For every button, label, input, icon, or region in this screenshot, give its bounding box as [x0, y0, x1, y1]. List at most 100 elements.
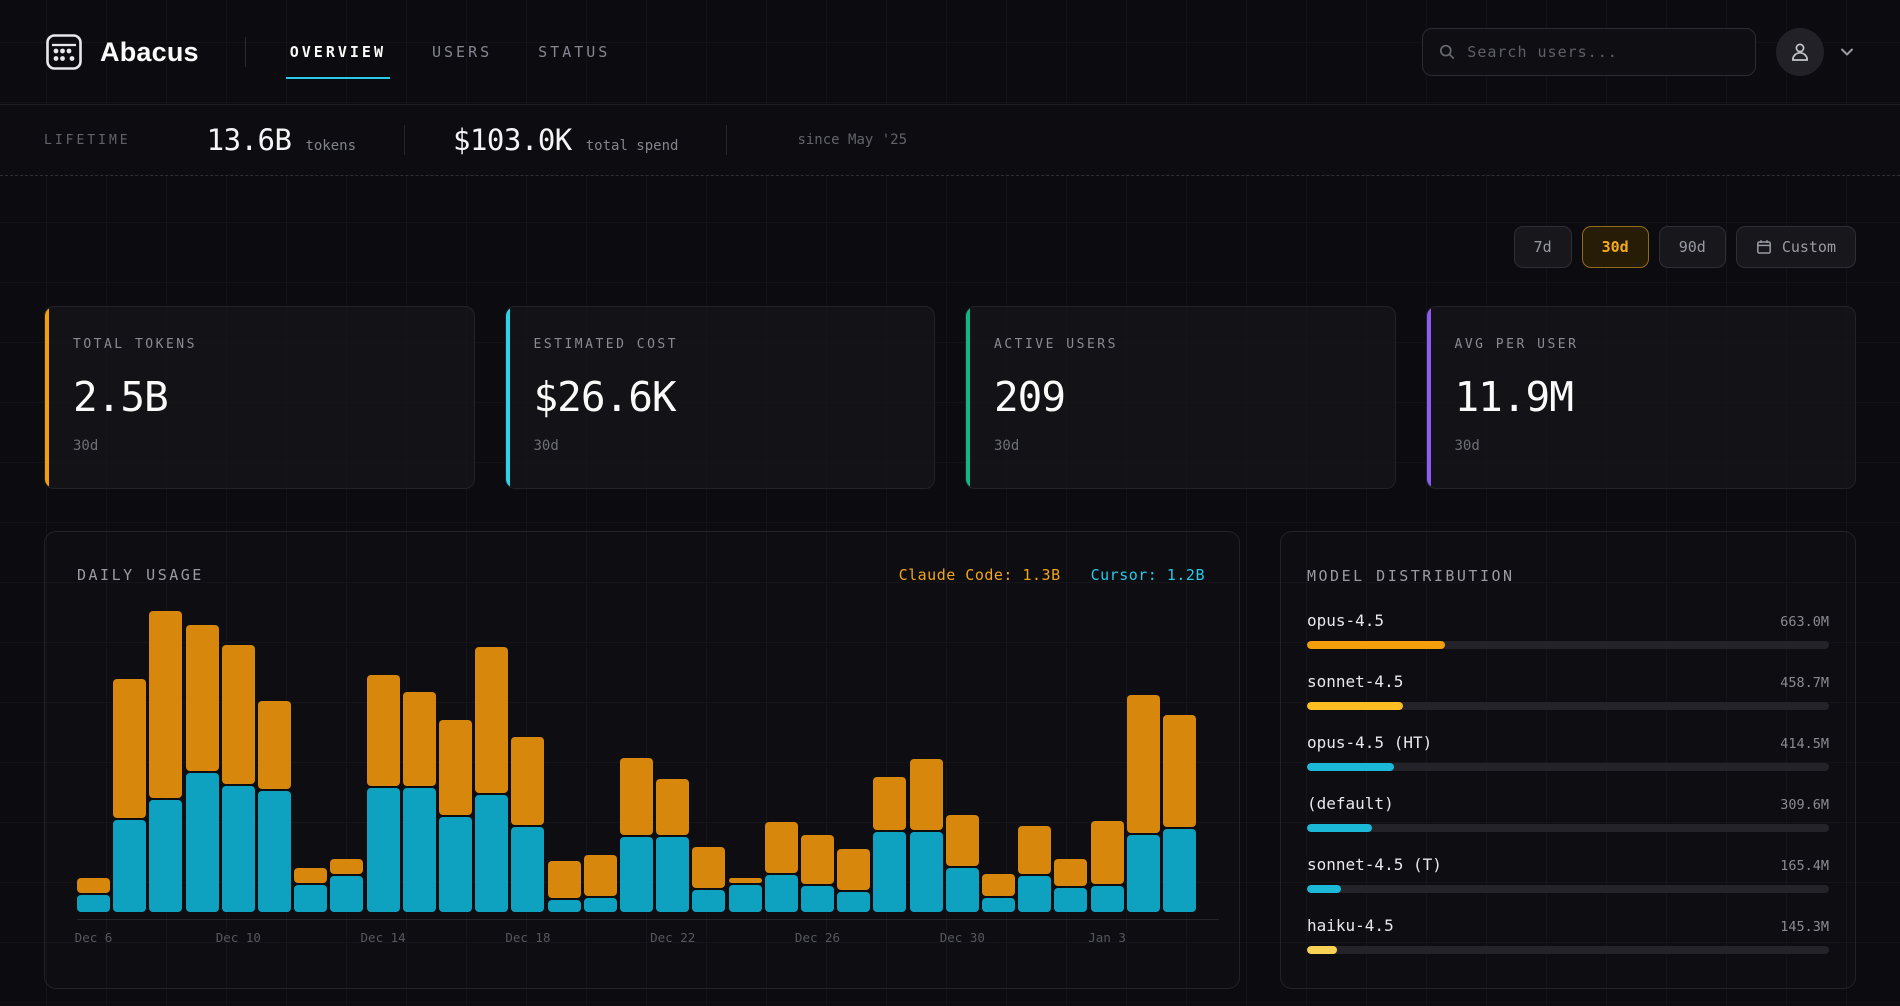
- model-distribution-title: MODEL DISTRIBUTION: [1307, 567, 1515, 585]
- usage-bar-dec-16[interactable]: [439, 720, 472, 912]
- model-value: 309.6M: [1780, 797, 1829, 813]
- user-avatar[interactable]: [1776, 28, 1824, 76]
- usage-bar-jan-4[interactable]: [1127, 695, 1160, 912]
- app-logo: Abacus: [44, 32, 199, 72]
- range-button-7d[interactable]: 7d: [1514, 226, 1572, 268]
- header: Abacus OVERVIEW USERS STATUS: [0, 0, 1900, 104]
- cursor-segment: [982, 898, 1015, 912]
- usage-bar-jan-3[interactable]: [1091, 821, 1124, 912]
- model-value: 145.3M: [1780, 919, 1829, 935]
- range-controls: 7d 30d 90d Custom: [44, 226, 1856, 268]
- model-rows: opus-4.5663.0Msonnet-4.5458.7Mopus-4.5 (…: [1307, 611, 1829, 954]
- user-icon: [1788, 40, 1812, 64]
- usage-bar-dec-11[interactable]: [258, 701, 291, 912]
- model-progress-fill: [1307, 946, 1337, 954]
- claude-code-segment: [258, 701, 291, 789]
- tab-overview[interactable]: OVERVIEW: [290, 0, 386, 104]
- claude-code-segment: [656, 779, 689, 835]
- stat-cards: TOTAL TOKENS 2.5B 30d ESTIMATED COST $26…: [44, 306, 1856, 489]
- x-tick-label: Dec 30: [940, 930, 985, 945]
- tab-users[interactable]: USERS: [432, 0, 492, 104]
- claude-code-segment: [222, 645, 255, 784]
- card-value: 11.9M: [1455, 373, 1828, 421]
- usage-bar-dec-17[interactable]: [475, 647, 508, 912]
- range-button-custom[interactable]: Custom: [1736, 226, 1856, 268]
- card-value: 2.5B: [73, 373, 446, 421]
- usage-bar-dec-26[interactable]: [801, 835, 834, 912]
- usage-bar-dec-14[interactable]: [367, 675, 400, 912]
- usage-bar-dec-23[interactable]: [692, 847, 725, 912]
- card-accent-bar: [506, 307, 510, 488]
- claude-code-segment: [1127, 695, 1160, 833]
- cursor-segment: [584, 898, 617, 912]
- usage-bar-dec-8[interactable]: [149, 611, 182, 912]
- lifetime-tokens: 13.6B tokens: [207, 123, 356, 157]
- cursor-segment: [946, 868, 979, 912]
- model-value: 458.7M: [1780, 675, 1829, 691]
- model-name: sonnet-4.5: [1307, 672, 1403, 691]
- usage-bar-dec-29[interactable]: [910, 759, 943, 912]
- search-icon: [1439, 43, 1455, 61]
- cursor-segment: [149, 800, 182, 912]
- usage-bar-dec-12[interactable]: [294, 868, 327, 912]
- cursor-segment: [1054, 888, 1087, 912]
- usage-bar-dec-24[interactable]: [729, 878, 762, 912]
- card-period: 30d: [534, 438, 907, 454]
- cursor-segment: [330, 876, 363, 912]
- usage-bar-dec-21[interactable]: [620, 758, 653, 912]
- usage-bar-dec-31[interactable]: [982, 874, 1015, 912]
- claude-code-segment: [511, 737, 544, 825]
- claude-code-segment: [367, 675, 400, 786]
- tab-status[interactable]: STATUS: [538, 0, 610, 104]
- model-progress-track: [1307, 885, 1829, 893]
- chevron-down-icon[interactable]: [1838, 43, 1856, 61]
- calendar-icon: [1756, 239, 1772, 255]
- usage-bar-dec-7[interactable]: [113, 679, 146, 912]
- usage-bar-jan-2[interactable]: [1054, 859, 1087, 912]
- model-progress-fill: [1307, 885, 1341, 893]
- cursor-segment: [837, 892, 870, 912]
- model-distribution-panel: MODEL DISTRIBUTION opus-4.5663.0Msonnet-…: [1280, 531, 1856, 989]
- model-value: 165.4M: [1780, 858, 1829, 874]
- range-button-90d[interactable]: 90d: [1659, 226, 1726, 268]
- cursor-segment: [475, 795, 508, 912]
- cursor-segment: [439, 817, 472, 912]
- card-total-tokens: TOTAL TOKENS 2.5B 30d: [44, 306, 475, 489]
- usage-bar-dec-22[interactable]: [656, 779, 689, 912]
- claude-code-segment: [1163, 715, 1196, 827]
- model-row-opus-4.5-HT: opus-4.5 (HT)414.5M: [1307, 733, 1829, 771]
- lifetime-label: LIFETIME: [44, 133, 131, 148]
- claude-code-segment: [873, 777, 906, 830]
- usage-bar-dec-6[interactable]: [77, 878, 110, 912]
- claude-code-segment: [403, 692, 436, 786]
- usage-bar-dec-9[interactable]: [186, 625, 219, 912]
- search-input[interactable]: [1467, 43, 1739, 61]
- usage-bar-dec-28[interactable]: [873, 777, 906, 912]
- chart-legend: Claude Code: 1.3B Cursor: 1.2B: [899, 566, 1205, 584]
- claude-code-segment: [475, 647, 508, 793]
- cursor-segment: [548, 900, 581, 912]
- claude-code-segment: [113, 679, 146, 818]
- cursor-segment: [294, 885, 327, 912]
- usage-bar-dec-10[interactable]: [222, 645, 255, 912]
- range-button-30d[interactable]: 30d: [1582, 226, 1649, 268]
- usage-bar-dec-20[interactable]: [584, 855, 617, 912]
- search-box[interactable]: [1422, 28, 1756, 76]
- claude-code-segment: [982, 874, 1015, 896]
- usage-bar-dec-13[interactable]: [330, 859, 363, 912]
- cursor-segment: [765, 875, 798, 912]
- usage-bar-jan-5[interactable]: [1163, 715, 1196, 912]
- x-tick-label: Dec 26: [795, 930, 840, 945]
- usage-bar-jan-1[interactable]: [1018, 826, 1051, 912]
- claude-code-segment: [149, 611, 182, 798]
- usage-bar-dec-27[interactable]: [837, 849, 870, 912]
- usage-bar-dec-18[interactable]: [511, 737, 544, 912]
- cursor-segment: [801, 886, 834, 912]
- usage-bar-dec-25[interactable]: [765, 822, 798, 912]
- x-tick-label: Dec 6: [75, 930, 113, 945]
- usage-bar-dec-19[interactable]: [548, 861, 581, 912]
- usage-bar-dec-15[interactable]: [403, 692, 436, 912]
- x-tick-label: Dec 18: [505, 930, 550, 945]
- cursor-segment: [729, 885, 762, 912]
- usage-bar-dec-30[interactable]: [946, 815, 979, 912]
